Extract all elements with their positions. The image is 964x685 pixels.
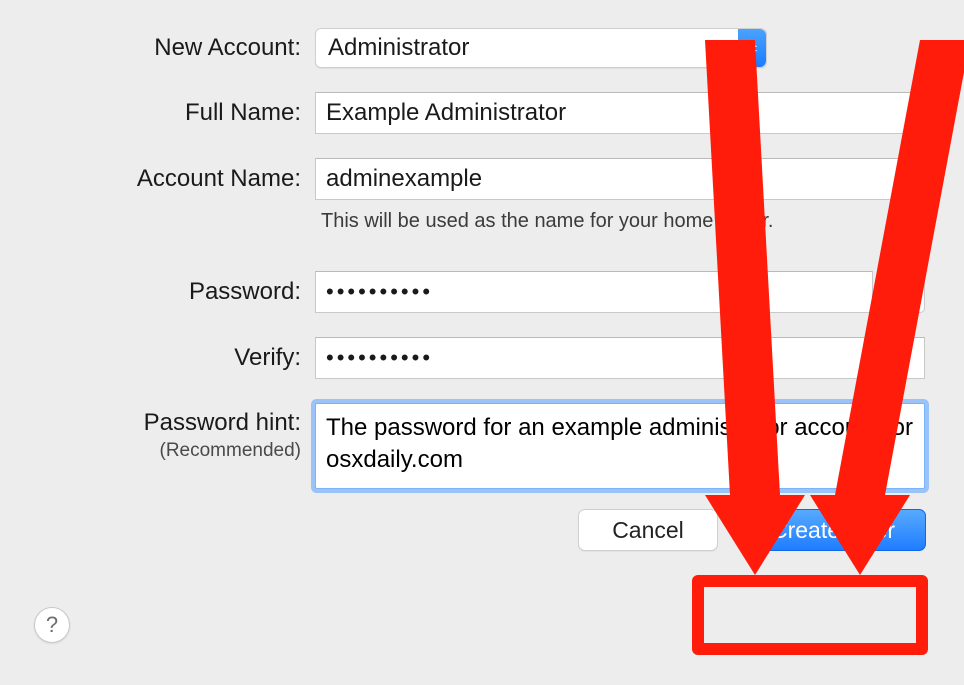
label-recommended: (Recommended)	[0, 440, 301, 463]
row-account-name-helper: This will be used as the name for your h…	[0, 206, 964, 251]
label-full-name: Full Name:	[0, 99, 315, 128]
new-account-selected: Administrator	[328, 34, 469, 62]
help-icon: ?	[46, 612, 58, 638]
create-user-button[interactable]: Create User	[740, 509, 926, 551]
account-name-helper: This will be used as the name for your h…	[315, 210, 773, 233]
password-hint-field[interactable]	[315, 403, 925, 489]
cancel-button[interactable]: Cancel	[578, 509, 718, 551]
annotation-highlight	[692, 575, 928, 655]
new-account-popup[interactable]: Administrator	[315, 28, 767, 68]
key-icon: 🔑	[893, 282, 915, 303]
button-row: Cancel Create User	[0, 509, 964, 551]
label-account-name: Account Name:	[0, 165, 315, 194]
row-password-hint: Password hint: (Recommended)	[0, 403, 964, 489]
full-name-field[interactable]	[315, 92, 925, 134]
help-button[interactable]: ?	[34, 607, 70, 643]
row-new-account: New Account: Administrator	[0, 28, 964, 68]
updown-icon	[738, 29, 766, 67]
password-field[interactable]	[315, 271, 873, 313]
label-password: Password:	[0, 278, 315, 307]
row-password: Password: 🔑	[0, 271, 964, 313]
row-account-name: Account Name:	[0, 158, 964, 200]
row-full-name: Full Name:	[0, 92, 964, 134]
row-verify: Verify:	[0, 337, 964, 379]
label-new-account: New Account:	[0, 34, 315, 63]
label-verify: Verify:	[0, 344, 315, 373]
label-password-hint: Password hint:	[144, 409, 301, 436]
create-user-sheet: New Account: Administrator Full Name: Ac…	[0, 0, 964, 685]
create-user-button-label: Create User	[771, 517, 895, 544]
cancel-button-label: Cancel	[612, 517, 684, 544]
password-assistant-button[interactable]: 🔑	[883, 271, 925, 313]
account-name-field[interactable]	[315, 158, 925, 200]
verify-field[interactable]	[315, 337, 925, 379]
